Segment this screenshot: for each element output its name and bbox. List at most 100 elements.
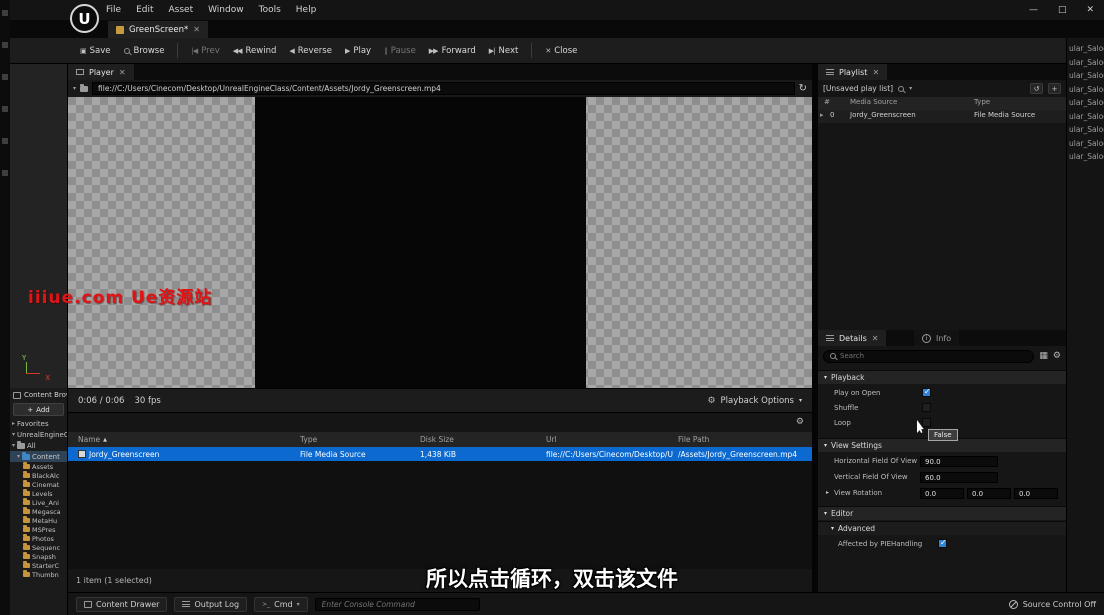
checkbox-pie-handling[interactable]	[938, 539, 947, 548]
tree-item-live-anim[interactable]: Live_Ani	[10, 498, 67, 507]
playback-options-button[interactable]: ⚙ Playback Options ▾	[707, 396, 802, 406]
dock-icon[interactable]	[2, 138, 8, 144]
tree-item-metahuman[interactable]: MetaHu	[10, 516, 67, 525]
details-grid-icon[interactable]: ▦	[1039, 351, 1048, 361]
asset-list-item[interactable]: ular_Saloo	[1067, 69, 1104, 83]
tab-playlist[interactable]: Playlist ✕	[818, 64, 887, 80]
media-url-input[interactable]: file://C:/Users/Cinecom/Desktop/UnrealEn…	[92, 82, 795, 95]
dock-icon[interactable]	[2, 10, 8, 16]
playlist-undo-button[interactable]: ↺	[1030, 83, 1043, 94]
dock-icon[interactable]	[2, 170, 8, 176]
media-table-row-selected[interactable]: Jordy_Greenscreen File Media Source 1,43…	[68, 447, 812, 461]
tree-item-all[interactable]: ▾ All	[10, 440, 67, 451]
project-root-row[interactable]: ▾ UnrealEngineC	[10, 429, 67, 440]
playlist-row[interactable]: ▸ 0 Jordy_Greenscreen File Media Source	[818, 110, 1066, 123]
close-media-button[interactable]: ✕ Close	[545, 46, 577, 56]
playlist-col-index[interactable]: #	[824, 98, 830, 106]
playlist-tab-close-icon[interactable]: ✕	[872, 68, 879, 77]
media-settings-icon[interactable]: ⚙	[796, 417, 804, 427]
player-tab-close-icon[interactable]: ✕	[119, 68, 126, 77]
rotation-y-input[interactable]: 0.0	[967, 488, 1011, 499]
tree-item-content[interactable]: ▾ Content	[10, 451, 67, 462]
console-command-input[interactable]	[315, 598, 480, 611]
tree-item-sequences[interactable]: Sequenc	[10, 543, 67, 552]
section-advanced[interactable]: ▾ Advanced	[818, 521, 1066, 535]
menu-window[interactable]: Window	[208, 5, 244, 15]
checkbox-loop[interactable]	[922, 418, 931, 427]
playlist-col-source[interactable]: Media Source	[850, 98, 897, 106]
menu-help[interactable]: Help	[296, 5, 317, 15]
forward-button[interactable]: ▶▶ Forward	[429, 46, 476, 56]
minimize-icon[interactable]: —	[1029, 5, 1038, 15]
hfov-input[interactable]: 90.0	[920, 456, 998, 467]
asset-list-item[interactable]: ular_Saloo	[1067, 150, 1104, 164]
tab-player[interactable]: Player ✕	[68, 64, 134, 80]
dock-icon[interactable]	[2, 74, 8, 80]
menu-asset[interactable]: Asset	[169, 5, 194, 15]
url-caret-icon[interactable]: ▾	[73, 85, 76, 92]
cmd-button[interactable]: >_ Cmd ▾	[254, 597, 308, 612]
dock-icon[interactable]	[2, 106, 8, 112]
url-folder-icon[interactable]	[80, 86, 88, 92]
window-close-icon[interactable]: ✕	[1086, 5, 1094, 15]
menu-tools[interactable]: Tools	[259, 5, 281, 15]
asset-list-item[interactable]: ular_Saloo	[1067, 42, 1104, 56]
column-url[interactable]: Url	[546, 432, 557, 447]
menu-edit[interactable]: Edit	[136, 5, 153, 15]
column-disk-size[interactable]: Disk Size	[420, 432, 454, 447]
playlist-search-icon[interactable]	[898, 86, 904, 92]
tree-item-snapshots[interactable]: Snapsh	[10, 552, 67, 561]
source-control-button[interactable]: Source Control Off	[1009, 600, 1096, 609]
column-type[interactable]: Type	[300, 432, 317, 447]
play-button[interactable]: ▶ Play	[345, 46, 371, 56]
maximize-icon[interactable]: □	[1058, 5, 1067, 15]
tree-item-levels[interactable]: Levels	[10, 489, 67, 498]
tab-greenscreen[interactable]: GreenScreen* ✕	[108, 21, 208, 38]
asset-list-item[interactable]: ular_Saloo	[1067, 123, 1104, 137]
column-file-path[interactable]: File Path	[678, 432, 709, 447]
tab-details[interactable]: Details ✕	[818, 330, 886, 346]
rewind-button[interactable]: ◀◀ Rewind	[233, 46, 277, 56]
next-button[interactable]: ▶| Next	[489, 46, 519, 56]
asset-list-item[interactable]: ular_Saloo	[1067, 110, 1104, 124]
pause-button[interactable]: || Pause	[384, 46, 416, 56]
asset-list-item[interactable]: ular_Saloo	[1067, 83, 1104, 97]
tree-item-blackalc[interactable]: BlackAlc	[10, 471, 67, 480]
save-button[interactable]: ▣ Save	[80, 46, 111, 56]
tree-item-cinematic[interactable]: Cinemat	[10, 480, 67, 489]
rotation-x-input[interactable]: 0.0	[920, 488, 964, 499]
vfov-input[interactable]: 60.0	[920, 472, 998, 483]
tree-item-photos[interactable]: Photos	[10, 534, 67, 543]
add-content-button[interactable]: + Add	[13, 403, 64, 416]
prev-button[interactable]: |◀ Prev	[191, 46, 219, 56]
checkbox-play-on-open[interactable]	[922, 388, 931, 397]
section-editor[interactable]: ▾ Editor	[818, 506, 1066, 520]
favorites-row[interactable]: ▸ Favorites	[10, 418, 67, 429]
details-tab-close-icon[interactable]: ✕	[872, 334, 879, 343]
reverse-button[interactable]: ◀ Reverse	[289, 46, 332, 56]
rotation-expand-icon[interactable]: ▸	[826, 489, 829, 496]
asset-list-item[interactable]: ular_Saloo	[1067, 96, 1104, 110]
tree-item-assets[interactable]: Assets	[10, 462, 67, 471]
details-search-box[interactable]	[823, 350, 1034, 363]
checkbox-shuffle[interactable]	[922, 403, 931, 412]
playlist-add-button[interactable]: +	[1048, 83, 1061, 94]
asset-list-item[interactable]: ular_Saloo	[1067, 56, 1104, 70]
reload-media-icon[interactable]: ↻	[799, 83, 807, 94]
content-drawer-button[interactable]: Content Drawer	[76, 597, 167, 612]
dock-icon[interactable]	[2, 42, 8, 48]
details-search-input[interactable]	[840, 352, 1027, 360]
asset-list-item[interactable]: ular_Saloo	[1067, 137, 1104, 151]
tab-close-icon[interactable]: ✕	[193, 25, 200, 34]
row-expand-icon[interactable]: ▸	[820, 111, 824, 119]
playlist-col-type[interactable]: Type	[974, 98, 990, 106]
tab-info[interactable]: i Info	[914, 330, 959, 346]
rotation-z-input[interactable]: 0.0	[1014, 488, 1058, 499]
tree-item-megascans[interactable]: Megasca	[10, 507, 67, 516]
browse-button[interactable]: Browse	[124, 46, 165, 56]
menu-file[interactable]: File	[106, 5, 121, 15]
output-log-button[interactable]: Output Log	[174, 597, 247, 612]
tree-item-mspresets[interactable]: MSPres	[10, 525, 67, 534]
playlist-filter-icon[interactable]: ▾	[909, 85, 912, 92]
section-playback[interactable]: ▾ Playback	[818, 370, 1066, 384]
